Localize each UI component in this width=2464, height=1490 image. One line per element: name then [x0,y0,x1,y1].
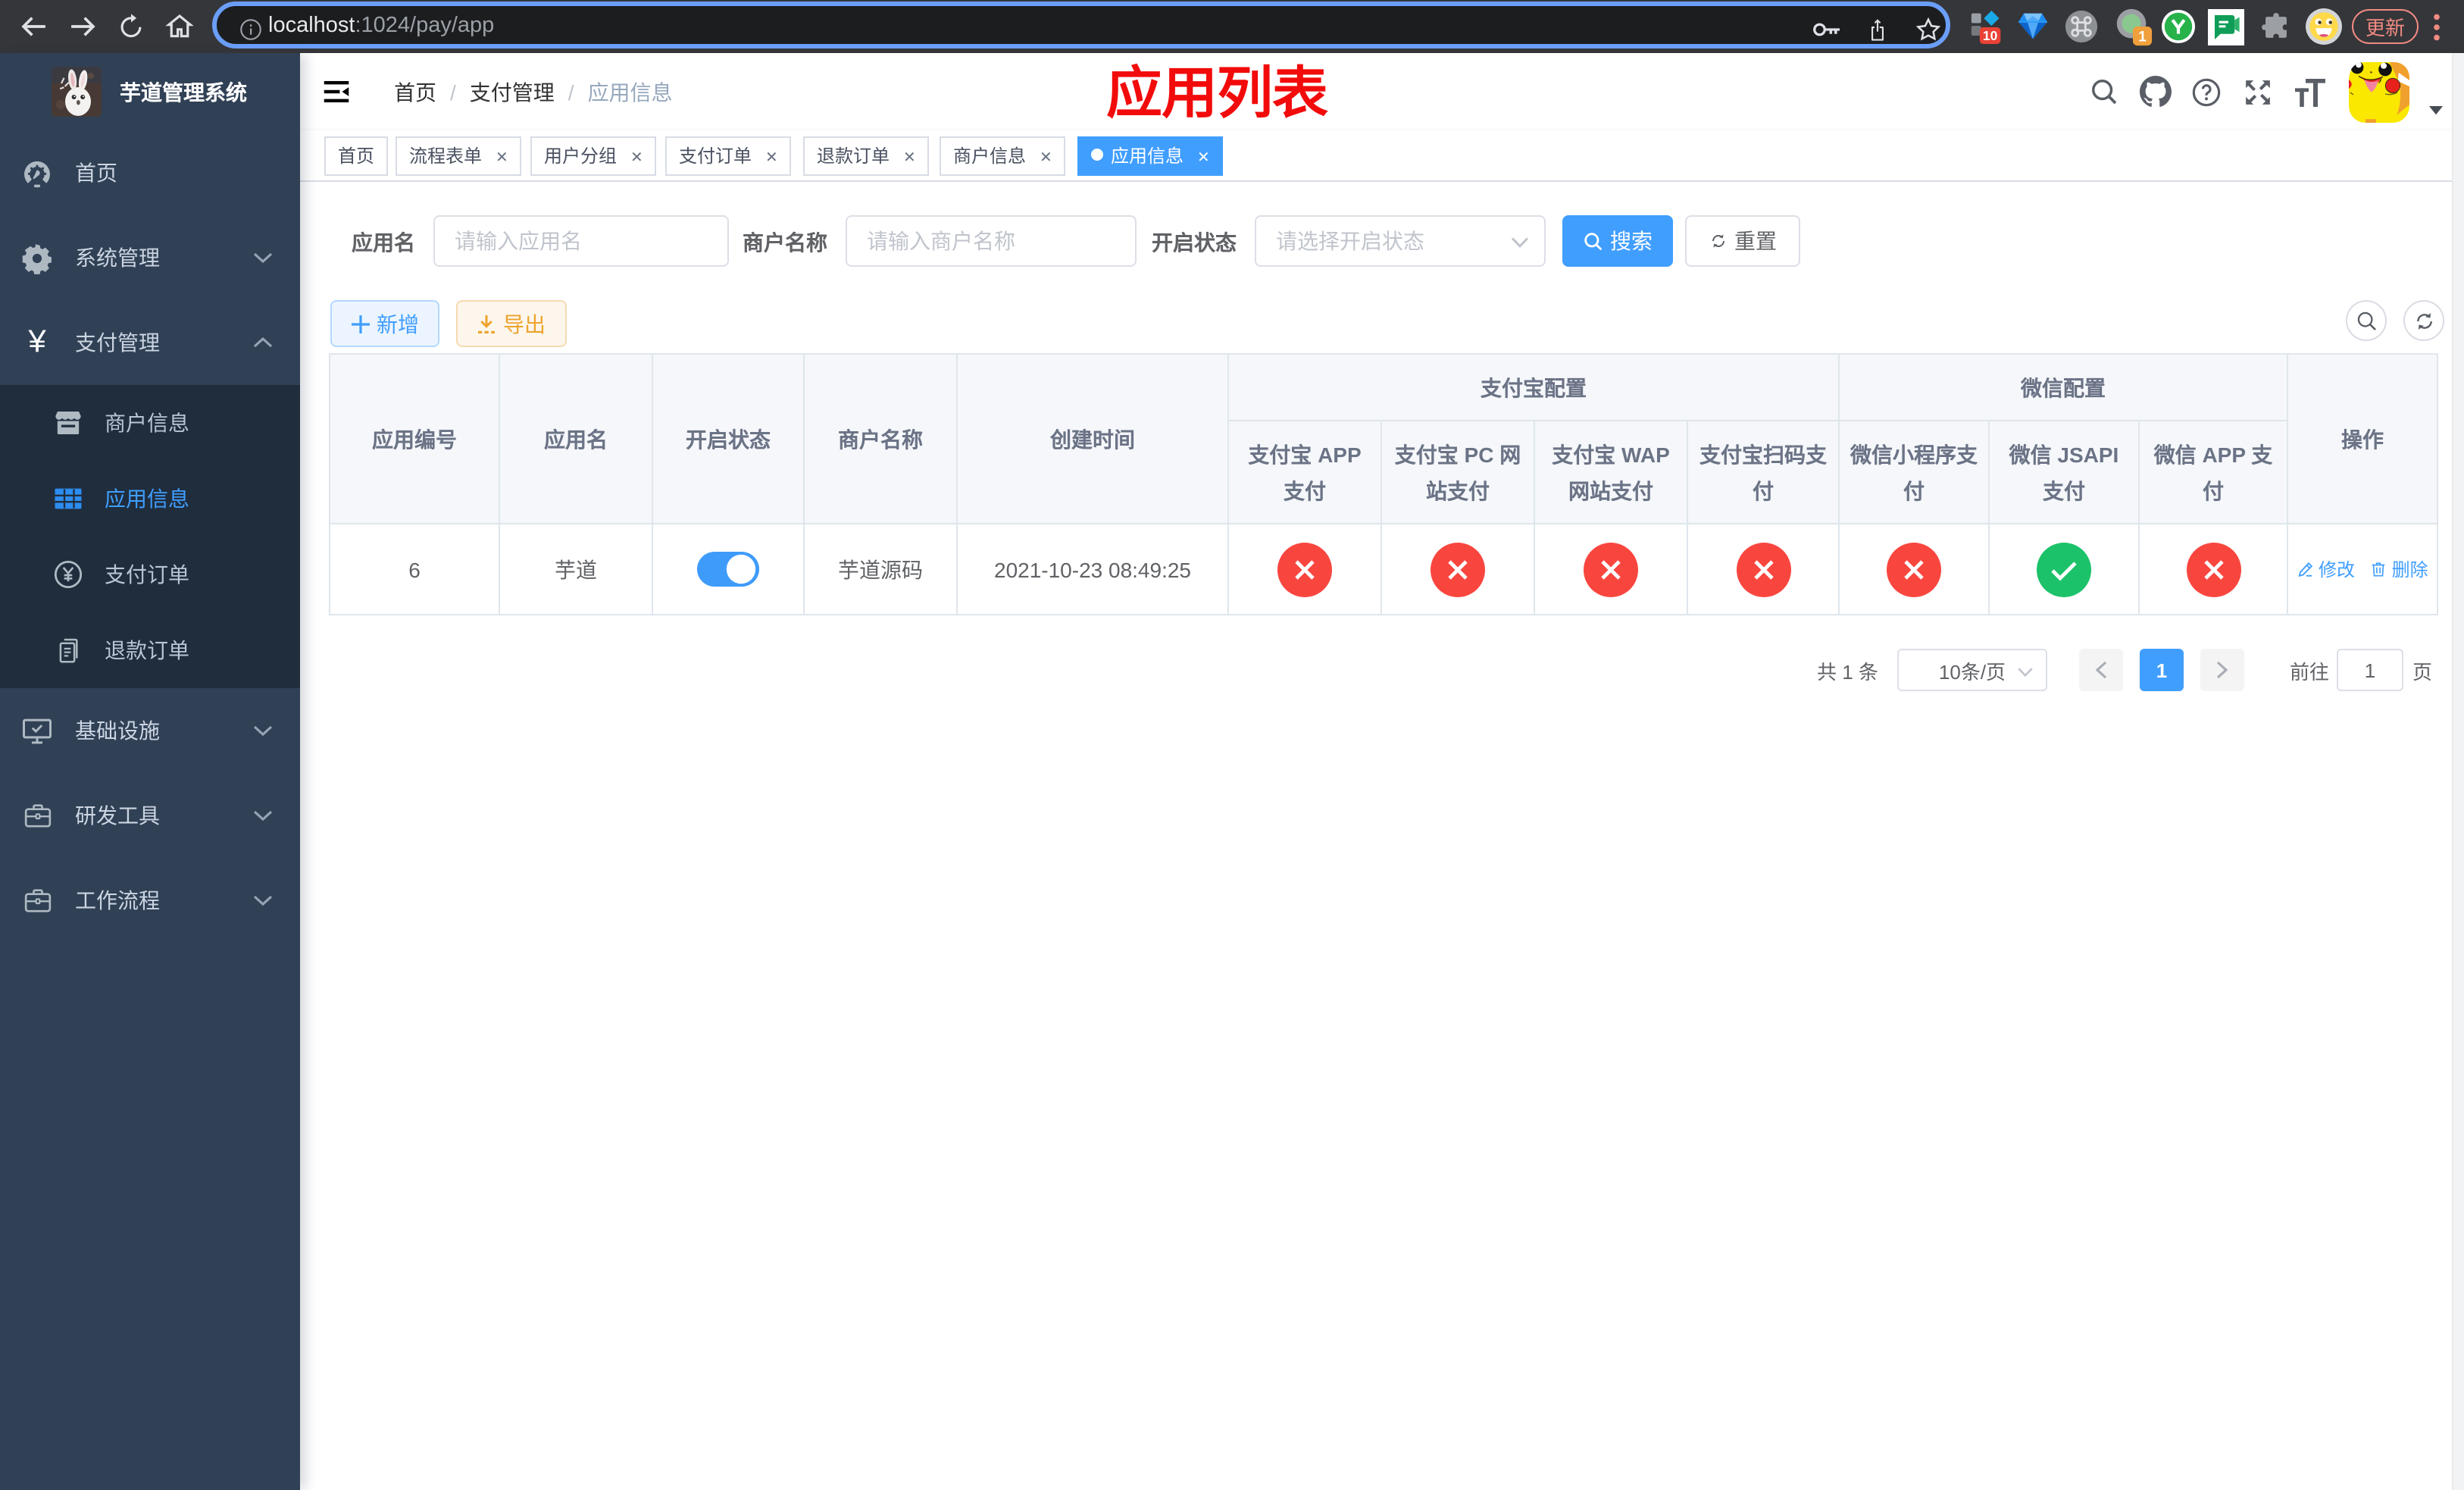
svg-text:10: 10 [1983,27,1997,42]
svg-text:1: 1 [2137,29,2146,45]
